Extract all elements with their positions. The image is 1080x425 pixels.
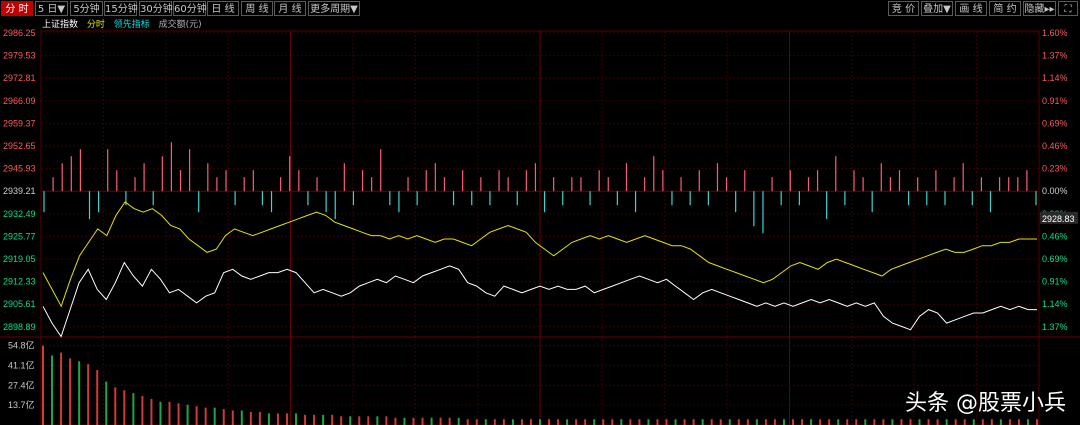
volume-tick-label: 13.7亿 — [8, 399, 35, 410]
price-tick-label: 2986.25 — [3, 28, 36, 38]
pct-tick-label: 0.23% — [1042, 164, 1068, 174]
pct-tick-label: 0.46% — [1042, 141, 1068, 151]
intraday-chart[interactable]: 2986.25 1.60% 2979.53 1.37% 2972.81 1.14% 2966… — [0, 0, 1080, 425]
price-tick-label: 2925.77 — [3, 231, 36, 241]
price-tick-label: 2959.37 — [3, 118, 36, 128]
pct-tick-label: 0.69% — [1042, 118, 1068, 128]
price-tick-label: 2939.21 — [3, 186, 36, 196]
price-tick-label: 2898.89 — [3, 322, 36, 332]
current-price-label: 2928.83 — [1042, 214, 1075, 224]
pct-tick-label: 0.69% — [1042, 254, 1068, 264]
pct-tick-label: 1.14% — [1042, 73, 1068, 83]
volume-tick-label: 41.1亿 — [8, 359, 35, 370]
pct-tick-label: 1.37% — [1042, 51, 1068, 61]
pct-tick-label: 1.37% — [1042, 322, 1068, 332]
pct-tick-label: 0.91% — [1042, 96, 1068, 106]
price-tick-label: 2912.33 — [3, 277, 36, 287]
price-tick-label: 2972.81 — [3, 73, 36, 83]
volume-tick-label: 54.8亿 — [8, 340, 35, 351]
price-tick-label: 2979.53 — [3, 51, 36, 61]
pct-tick-label: 1.14% — [1042, 299, 1068, 309]
pct-tick-label: 1.60% — [1042, 28, 1068, 38]
volume-tick-label: 27.4亿 — [8, 379, 35, 390]
price-tick-label: 2905.61 — [3, 299, 36, 309]
price-tick-label: 2932.49 — [3, 209, 36, 219]
pct-tick-label: 0.46% — [1042, 231, 1068, 241]
price-tick-label: 2945.93 — [3, 164, 36, 174]
price-tick-label: 2919.05 — [3, 254, 36, 264]
pct-tick-label: 0.00% — [1042, 186, 1068, 196]
pct-tick-label: 0.91% — [1042, 277, 1068, 287]
price-tick-label: 2952.65 — [3, 141, 36, 151]
price-tick-label: 2966.09 — [3, 96, 36, 106]
watermark: 头条 @股票小兵 — [905, 391, 1066, 416]
